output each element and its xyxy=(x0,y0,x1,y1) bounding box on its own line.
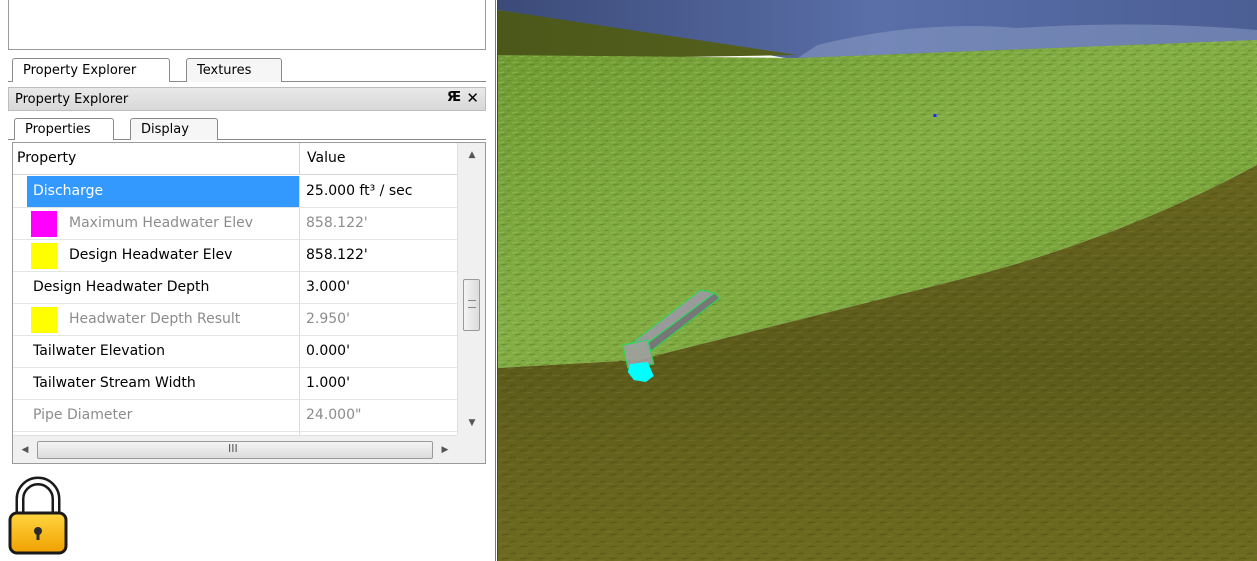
value-cell[interactable]: 858.122' xyxy=(300,208,457,239)
outer-tab-bar: Property Explorer Textures xyxy=(8,58,486,82)
grid-header: Property Value xyxy=(13,143,457,175)
property-label: Discharge xyxy=(33,183,104,199)
horizontal-scrollbar[interactable]: ◀ III ▶ xyxy=(13,435,457,463)
property-cell: Headwater Depth Result xyxy=(13,304,300,335)
top-empty-pane xyxy=(8,0,486,50)
property-value: 858.122' xyxy=(306,247,368,263)
tab-textures[interactable]: Textures xyxy=(186,58,282,82)
marker-point[interactable] xyxy=(933,114,937,117)
lock-icon[interactable] xyxy=(6,475,70,557)
property-label: Pipe Diameter xyxy=(33,407,133,423)
property-value: 3.000' xyxy=(306,279,350,295)
color-swatch xyxy=(31,307,57,333)
value-cell[interactable]: 0.000' xyxy=(300,336,457,367)
table-row[interactable]: Headwater Depth Result 2.950' xyxy=(13,304,457,336)
color-swatch xyxy=(31,243,57,269)
property-grid: Property Value Discharge 25.000 ft³ / sec… xyxy=(12,142,486,464)
property-value: 24.000" xyxy=(306,407,362,423)
property-value: 25.000 ft³ / sec xyxy=(306,183,413,199)
table-row[interactable]: Discharge 25.000 ft³ / sec xyxy=(13,176,457,208)
property-label: Tailwater Stream Width xyxy=(33,375,196,391)
property-label: Tailwater Elevation xyxy=(33,343,165,359)
value-cell[interactable]: 3.000' xyxy=(300,272,457,303)
tab-display[interactable]: Display xyxy=(130,118,218,140)
property-label: Design Headwater Depth xyxy=(33,279,210,295)
inner-tab-bar: Properties Display xyxy=(8,116,486,140)
header-value[interactable]: Value xyxy=(307,150,345,166)
property-cell: Design Headwater Elev xyxy=(13,240,300,271)
horizontal-scroll-thumb[interactable]: III xyxy=(37,441,433,459)
table-row[interactable]: Tailwater Elevation 0.000' xyxy=(13,336,457,368)
color-swatch xyxy=(31,211,57,237)
scroll-right-icon[interactable]: ▶ xyxy=(433,436,457,463)
table-row[interactable]: Design Headwater Elev 858.122' xyxy=(13,240,457,272)
property-cell: Tailwater Elevation xyxy=(13,336,300,367)
property-value: 1.000' xyxy=(306,375,350,391)
table-row[interactable]: Maximum Headwater Elev 858.122' xyxy=(13,208,457,240)
left-panel: Property Explorer Textures Property Expl… xyxy=(0,0,496,561)
table-row[interactable]: Tailwater Stream Width 1.000' xyxy=(13,368,457,400)
header-property[interactable]: Property xyxy=(17,150,76,166)
property-cell: Tailwater Stream Width xyxy=(13,368,300,399)
property-label: Maximum Headwater Elev xyxy=(69,215,254,231)
table-row[interactable]: Pipe Diameter 24.000" xyxy=(13,400,457,432)
scroll-up-icon[interactable]: ▲ xyxy=(458,143,485,167)
property-value: 2.950' xyxy=(306,311,350,327)
float-window-icon[interactable]: Ԙ xyxy=(447,90,461,105)
value-cell[interactable]: 1.000' xyxy=(300,368,457,399)
column-resize-handle[interactable] xyxy=(299,143,300,175)
value-cell[interactable]: 25.000 ft³ / sec xyxy=(300,176,457,207)
scroll-left-icon[interactable]: ◀ xyxy=(13,436,37,463)
property-label: Headwater Depth Result xyxy=(69,311,241,327)
property-value: 0.000' xyxy=(306,343,350,359)
property-cell: Pipe Diameter xyxy=(13,400,300,431)
scroll-corner xyxy=(457,435,485,463)
property-value: 858.122' xyxy=(306,215,368,231)
scroll-down-icon[interactable]: ▼ xyxy=(458,411,485,435)
grid-rows: Discharge 25.000 ft³ / sec Maximum Headwat… xyxy=(13,176,457,440)
scroll-grip: III xyxy=(228,442,238,455)
table-row[interactable]: Design Headwater Depth 3.000' xyxy=(13,272,457,304)
property-cell: Maximum Headwater Elev xyxy=(13,208,300,239)
vertical-scroll-thumb[interactable] xyxy=(463,279,480,331)
property-label: Design Headwater Elev xyxy=(69,247,233,263)
close-icon[interactable]: ✕ xyxy=(466,89,479,107)
value-cell[interactable]: 24.000" xyxy=(300,400,457,431)
value-cell[interactable]: 858.122' xyxy=(300,240,457,271)
tab-properties[interactable]: Properties xyxy=(14,118,114,140)
vertical-scrollbar[interactable]: ▲ ▼ xyxy=(457,143,485,435)
3d-viewport[interactable] xyxy=(497,0,1257,561)
panel-title: Property Explorer xyxy=(15,92,129,107)
property-explorer-header: Property Explorer Ԙ ✕ xyxy=(8,87,486,111)
property-cell: Design Headwater Depth xyxy=(13,272,300,303)
tab-property-explorer[interactable]: Property Explorer xyxy=(12,58,170,82)
property-cell: Discharge xyxy=(13,176,300,207)
value-cell[interactable]: 2.950' xyxy=(300,304,457,335)
